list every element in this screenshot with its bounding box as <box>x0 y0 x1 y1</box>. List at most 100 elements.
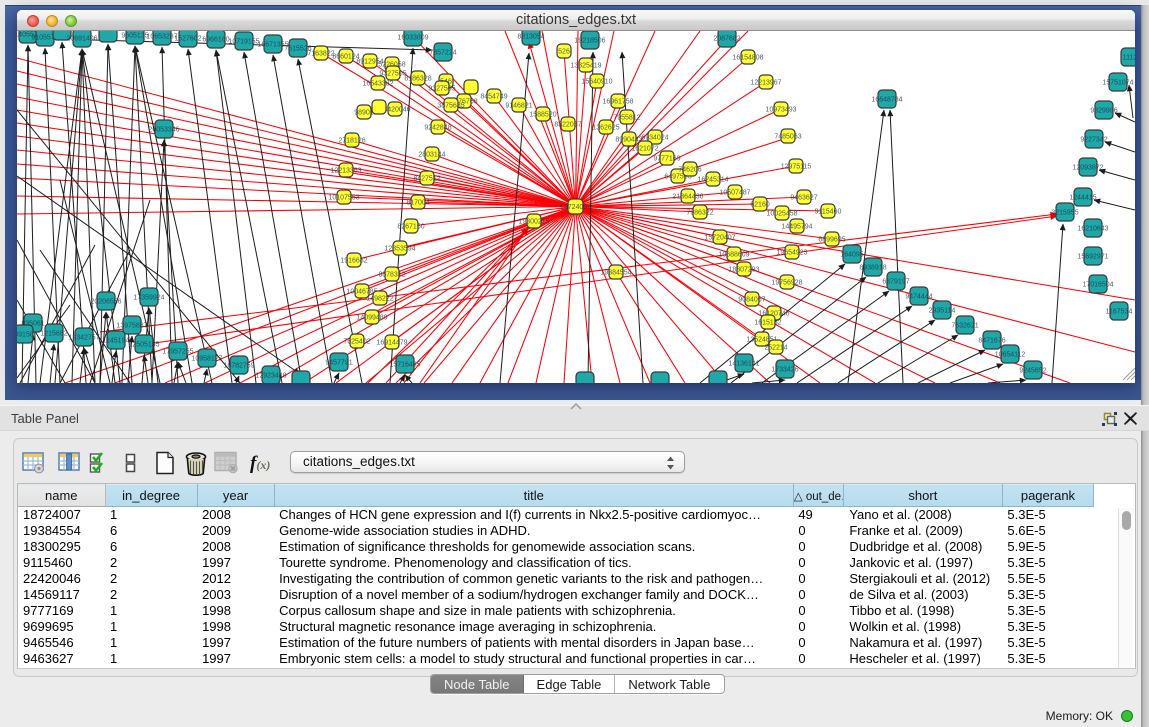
svg-text:12975115: 12975115 <box>781 164 812 171</box>
svg-text:16033809: 16033809 <box>397 35 428 42</box>
svg-text:8471676: 8471676 <box>978 338 1005 345</box>
svg-text:8878312: 8878312 <box>378 272 405 279</box>
svg-text:1588520: 1588520 <box>529 112 556 119</box>
svg-text:20206556: 20206556 <box>90 299 121 306</box>
svg-text:8322037: 8322037 <box>554 122 581 129</box>
svg-text:9329986: 9329986 <box>1090 108 1117 115</box>
svg-text:14099489: 14099489 <box>356 315 387 322</box>
svg-text:9605135: 9605135 <box>121 33 148 40</box>
svg-text:16914479: 16914479 <box>376 340 407 347</box>
svg-text:526: 526 <box>558 49 570 56</box>
svg-text:15692971: 15692971 <box>1077 254 1108 261</box>
svg-text:10025458: 10025458 <box>766 211 797 218</box>
svg-text:19756928: 19756928 <box>771 280 802 287</box>
svg-text:19654923: 19654923 <box>776 250 807 257</box>
svg-text:8454749: 8454749 <box>480 94 507 101</box>
svg-text:15720407: 15720407 <box>704 235 735 242</box>
svg-text:9227342: 9227342 <box>1080 137 1107 144</box>
svg-text:15640910: 15640910 <box>581 79 612 86</box>
svg-text:7955812: 7955812 <box>613 115 640 122</box>
svg-text:39158: 39158 <box>17 332 34 339</box>
svg-text:12342757: 12342757 <box>68 335 99 342</box>
svg-text:12923448: 12923448 <box>255 373 286 380</box>
svg-text:10653287: 10653287 <box>146 34 177 41</box>
svg-text:9245652: 9245652 <box>1019 368 1046 375</box>
svg-text:16543382: 16543382 <box>362 81 393 88</box>
svg-text:10973493: 10973493 <box>765 107 796 114</box>
svg-text:15751074: 15751074 <box>1102 80 1133 87</box>
svg-text:2935114: 2935114 <box>929 308 956 315</box>
svg-text:1167534: 1167534 <box>1106 309 1133 316</box>
svg-text:2718126: 2718126 <box>338 138 365 145</box>
svg-text:1621072: 1621072 <box>631 146 658 153</box>
svg-text:252214: 252214 <box>764 345 787 352</box>
svg-text:8427512: 8427512 <box>413 176 440 183</box>
svg-text:10688609: 10688609 <box>718 252 749 259</box>
svg-text:14495794: 14495794 <box>781 224 812 231</box>
svg-text:1244415: 1244415 <box>1069 195 1096 202</box>
svg-text:7515526: 7515526 <box>284 46 311 53</box>
svg-text:9115460: 9115460 <box>815 209 842 216</box>
svg-text:16782759: 16782759 <box>223 363 254 370</box>
svg-text:20691406: 20691406 <box>66 36 97 43</box>
svg-text:9777169: 9777169 <box>653 156 680 163</box>
svg-text:1527602: 1527602 <box>174 36 201 43</box>
svg-text:2087682: 2087682 <box>713 36 740 43</box>
svg-text:19300215: 19300215 <box>518 219 549 226</box>
svg-text:7857224: 7857224 <box>429 50 456 57</box>
svg-text:16961758: 16961758 <box>602 99 633 106</box>
svg-text:10507487: 10507487 <box>719 190 750 197</box>
svg-text:6966160: 6966160 <box>202 37 229 44</box>
svg-text:19218506: 19218506 <box>574 38 605 45</box>
svg-text:17957255: 17957255 <box>162 349 193 356</box>
svg-text:1215682: 1215682 <box>40 331 67 338</box>
svg-text:1615132: 1615132 <box>754 320 781 327</box>
svg-text:3875685: 3875685 <box>437 103 464 110</box>
svg-text:1733426: 1733426 <box>771 367 798 374</box>
svg-text:1112: 1112 <box>1123 55 1135 62</box>
svg-text:9457791: 9457791 <box>325 360 352 367</box>
svg-text:9474444: 9474444 <box>905 294 932 301</box>
svg-text:1916682: 1916682 <box>340 258 367 265</box>
svg-text:10107553: 10107553 <box>328 195 359 202</box>
svg-text:7485063: 7485063 <box>774 134 801 141</box>
svg-text:10719155: 10719155 <box>228 39 259 46</box>
svg-text:12093872: 12093872 <box>1072 165 1103 172</box>
svg-text:13975887: 13975887 <box>116 323 147 330</box>
svg-text:18724007: 18724007 <box>560 204 591 211</box>
svg-text:1362625: 1362625 <box>592 125 619 132</box>
svg-text:16245314: 16245314 <box>697 177 728 184</box>
svg-text:15716485: 15716485 <box>389 362 420 369</box>
svg-text:16154808: 16154808 <box>732 55 763 62</box>
svg-text:12353594: 12353594 <box>384 246 415 253</box>
svg-text:21364436: 21364436 <box>672 194 703 201</box>
svg-text:18807293: 18807293 <box>728 267 759 274</box>
svg-text:817004: 817004 <box>406 200 429 207</box>
svg-text:1145194: 1145194 <box>103 338 130 345</box>
svg-text:7986322: 7986322 <box>686 210 713 217</box>
svg-text:10958127: 10958127 <box>191 356 222 363</box>
svg-text:9242848: 9242848 <box>424 125 451 132</box>
svg-text:8267150: 8267150 <box>397 224 424 231</box>
svg-text:98901: 98901 <box>354 110 374 117</box>
svg-text:19384554: 19384554 <box>600 270 631 277</box>
svg-text:3215955: 3215955 <box>1051 210 1078 217</box>
svg-text:9463627: 9463627 <box>790 195 817 202</box>
svg-text:12213363: 12213363 <box>330 168 361 175</box>
svg-text:9084067: 9084067 <box>738 297 765 304</box>
svg-text:16210643: 16210643 <box>1077 226 1108 233</box>
svg-text:7632621: 7632621 <box>951 323 978 330</box>
svg-text:12505135: 12505135 <box>128 342 159 349</box>
svg-text:12213967: 12213967 <box>750 80 781 87</box>
svg-text:8186328: 8186328 <box>404 76 431 83</box>
svg-text:2803144: 2803144 <box>418 152 445 159</box>
svg-text:8813054: 8813054 <box>517 34 544 41</box>
svg-text:20053346: 20053346 <box>148 127 179 134</box>
svg-text:164095: 164095 <box>840 252 863 259</box>
svg-text:1498222: 1498222 <box>366 296 393 303</box>
svg-text:9327505: 9327505 <box>428 86 455 93</box>
svg-text:10654112: 10654112 <box>995 352 1026 359</box>
svg-text:9146821: 9146821 <box>505 103 532 110</box>
svg-text:6899695: 6899695 <box>818 237 845 244</box>
svg-text:13325419: 13325419 <box>570 63 601 70</box>
